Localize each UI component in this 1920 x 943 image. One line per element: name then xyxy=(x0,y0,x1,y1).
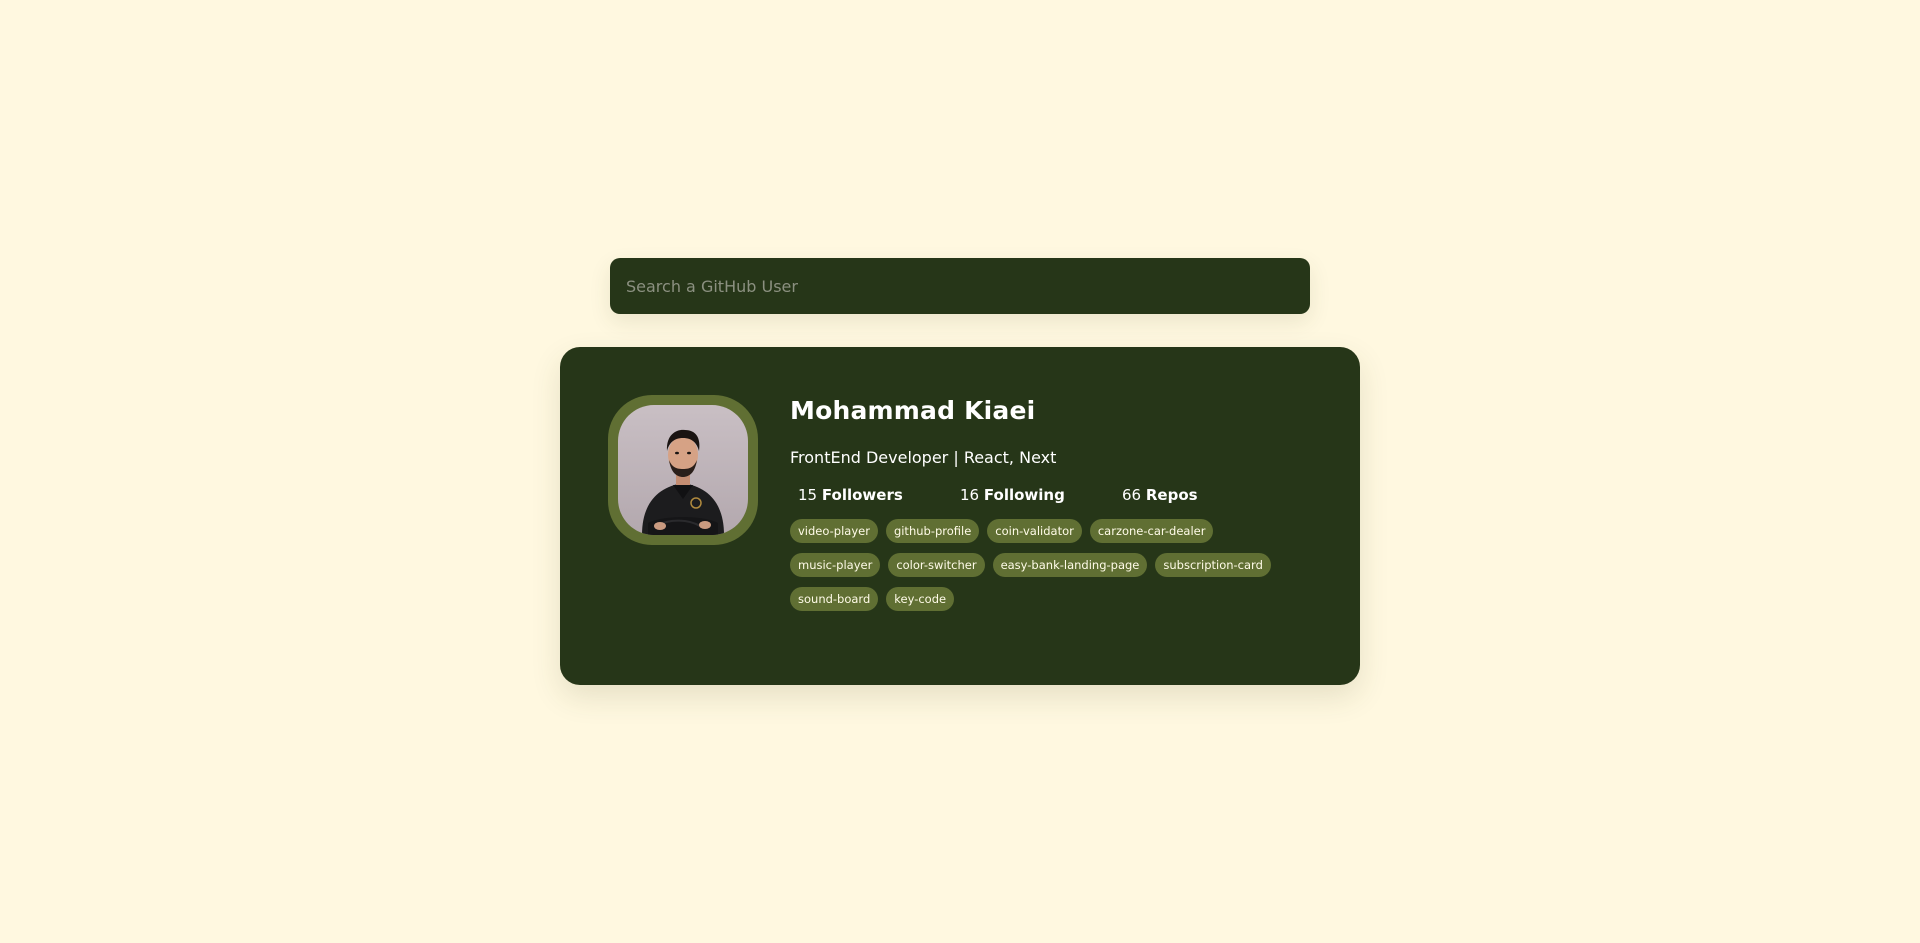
profile-name: Mohammad Kiaei xyxy=(790,396,1036,425)
stat-repos-label: Repos xyxy=(1145,486,1198,504)
repo-link[interactable]: github-profile xyxy=(885,519,980,543)
stats-list: 15 Followers 16 Following 66 Repos xyxy=(790,485,1330,505)
repo-link[interactable]: easy-bank-landing-page xyxy=(992,553,1148,577)
stat-repos: 66 Repos xyxy=(1122,485,1284,505)
repo-link[interactable]: key-code xyxy=(886,587,955,611)
profile-info: Mohammad Kiaei FrontEnd Developer | Reac… xyxy=(790,393,1330,611)
stat-followers-label: Followers xyxy=(821,486,903,504)
stat-followers-count: 15 xyxy=(798,486,818,504)
stat-following-count: 16 xyxy=(960,486,980,504)
avatar-frame xyxy=(608,395,758,545)
repo-link[interactable]: coin-validator xyxy=(987,519,1082,543)
stat-followers: 15 Followers xyxy=(798,485,960,505)
repo-link[interactable]: color-switcher xyxy=(888,553,985,577)
repo-link[interactable]: carzone-car-dealer xyxy=(1089,519,1214,543)
search-form xyxy=(610,258,1310,314)
repo-link[interactable]: subscription-card xyxy=(1155,553,1271,577)
stat-repos-count: 66 xyxy=(1122,486,1142,504)
repo-link[interactable]: sound-board xyxy=(790,587,879,611)
stat-following: 16 Following xyxy=(960,485,1122,505)
search-input[interactable] xyxy=(610,258,1310,314)
profile-card: Mohammad Kiaei FrontEnd Developer | Reac… xyxy=(560,347,1360,685)
app-root: Mohammad Kiaei FrontEnd Developer | Reac… xyxy=(0,0,1920,943)
profile-bio: FrontEnd Developer | React, Next xyxy=(790,448,1057,467)
stat-following-label: Following xyxy=(983,486,1065,504)
avatar xyxy=(618,405,748,535)
repo-link[interactable]: video-player xyxy=(790,519,878,543)
repo-link[interactable]: music-player xyxy=(790,553,881,577)
repo-list: video-player github-profile coin-validat… xyxy=(790,519,1310,611)
